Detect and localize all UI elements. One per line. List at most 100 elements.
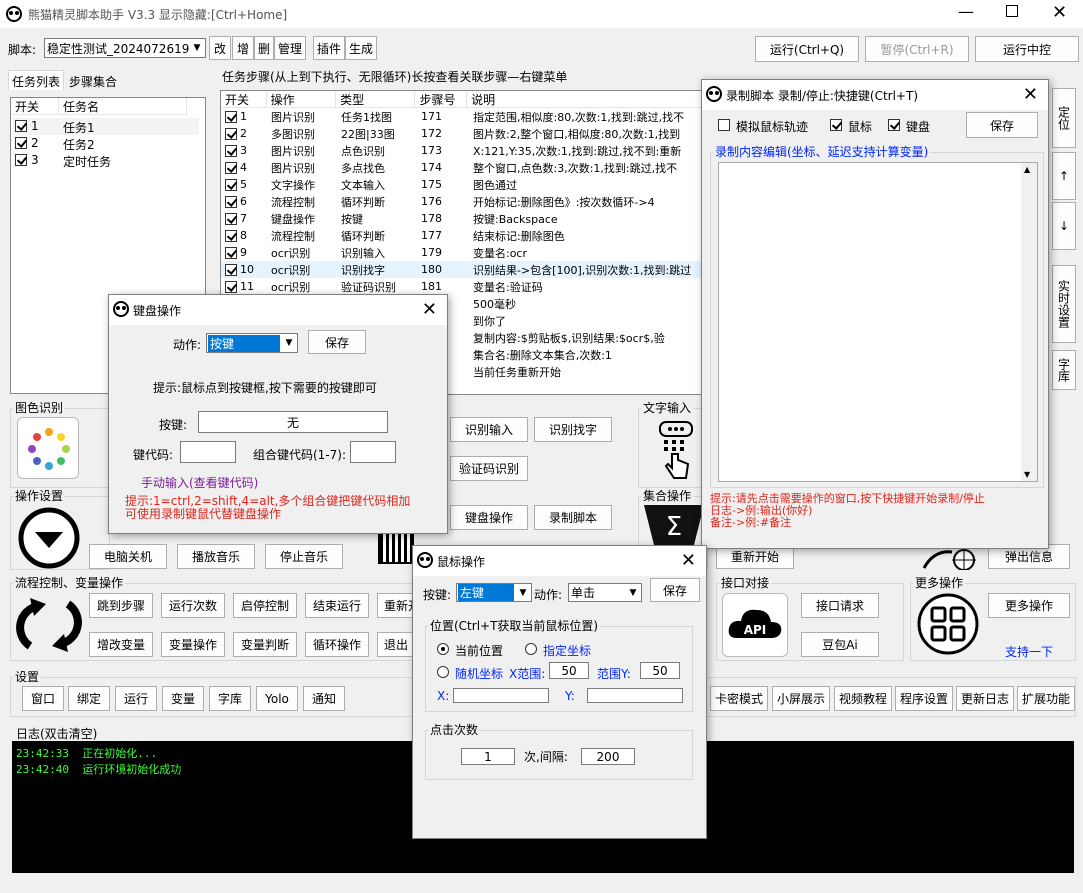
plugin-button[interactable]: 插件 [313,36,345,60]
step-row[interactable]: 2 多图识别 22图|33图 172 图片数:2,整个窗口,相似度:80,次数:1,找到 [221,125,705,142]
clicks-input[interactable]: 1 [461,748,515,765]
dropdown-circle-icon[interactable] [17,506,81,570]
step-row[interactable]: 5 文字操作 文本输入 175 图色通过 [221,176,705,193]
settings-variable-button[interactable]: 变量 [162,686,204,711]
task-row[interactable]: 1 任务1 [13,118,199,135]
var-op-button[interactable]: 变量操作 [161,632,225,657]
add-script-button[interactable]: 增 [232,36,254,60]
play-music-button[interactable]: 播放音乐 [177,544,255,569]
grid-apps-icon[interactable] [916,592,980,656]
step-checkbox[interactable] [225,145,237,157]
mouse-save-button[interactable]: 保存 [650,578,700,602]
xrange-input[interactable]: 50 [549,662,589,679]
run-times-button[interactable]: 运行次数 [161,593,225,618]
settings-notify-button[interactable]: 通知 [303,686,345,711]
task-checkbox[interactable] [15,137,27,149]
record-script-button[interactable]: 录制脚本 [534,505,612,530]
step-checkbox[interactable] [225,230,237,242]
step-checkbox[interactable] [225,213,237,225]
generate-button[interactable]: 生成 [345,36,377,60]
sim-mouse-checkbox[interactable] [718,119,730,131]
api-request-button[interactable]: 接口请求 [801,593,879,618]
video-tutorial-button[interactable]: 视频教程 [834,686,892,711]
scroll-down-icon[interactable]: ▼ [1024,470,1030,479]
sigma-icon[interactable]: Σ [644,505,704,545]
current-pos-radio[interactable] [437,643,449,655]
step-checkbox[interactable] [225,281,237,293]
tab-task-list[interactable]: 任务列表 [8,70,64,90]
run-button[interactable]: 运行(Ctrl+Q) [755,36,859,62]
tab-step-collection[interactable]: 步骤集合 [66,72,126,90]
end-run-button[interactable]: 结束运行 [305,593,369,618]
program-settings-button[interactable]: 程序设置 [895,686,953,711]
task-checkbox[interactable] [15,154,27,166]
step-row[interactable]: 11 ocr识别 验证码识别 181 变量名:验证码 [221,278,705,295]
edit-script-button[interactable]: 改 [209,36,231,60]
mouse-key-select[interactable]: 左键 ▼ [456,583,532,602]
add-var-button[interactable]: 增改变量 [89,632,153,657]
pause-button[interactable]: 暂停(Ctrl+R) [865,36,969,62]
captcha-button[interactable]: 验证码识别 [450,456,528,481]
interval-input[interactable]: 200 [581,748,635,765]
mouse-checkbox[interactable] [830,119,842,131]
close-icon[interactable]: ✕ [1023,84,1038,105]
step-checkbox[interactable] [225,247,237,259]
step-checkbox[interactable] [225,196,237,208]
loop-arrows-icon[interactable] [16,592,82,658]
small-screen-button[interactable]: 小屏展示 [772,686,830,711]
exit-button[interactable]: 退出 [377,632,417,657]
move-down-button[interactable]: ↓ [1052,202,1076,250]
yrange-input[interactable]: 50 [640,662,680,679]
jump-step-button[interactable]: 跳到步骤 [89,593,153,618]
locate-button[interactable]: 定位 [1052,88,1076,148]
support-link[interactable]: 支持一下 [1005,643,1053,660]
keyboard-save-button[interactable]: 保存 [308,330,366,354]
api-cloud-icon[interactable]: API [722,593,788,657]
step-row[interactable]: 10 ocr识别 识别找字 180 识别结果->包含[100],识别次数:1,找到:跳过 [221,261,705,278]
x-coord-input[interactable] [453,688,549,703]
task-row[interactable]: 3 定时任务 [13,152,199,169]
step-checkbox[interactable] [225,111,237,123]
manual-input-link[interactable]: 手动输入(查看键代码) [141,474,258,491]
delete-script-button[interactable]: 删 [254,36,274,60]
close-icon[interactable]: ✕ [422,299,437,320]
step-row[interactable]: 3 图片识别 点色识别 173 X:121,Y:35,次数:1,找到:跳过,找不到:重新 [221,142,705,159]
extensions-button[interactable]: 扩展功能 [1017,686,1075,711]
settings-window-button[interactable]: 窗口 [22,686,64,711]
restart2-button[interactable]: 重新开 [377,593,417,618]
task-row[interactable]: 2 任务2 [13,135,199,152]
y-coord-input[interactable] [587,688,683,703]
close-icon[interactable]: ✕ [681,550,696,571]
shutdown-button[interactable]: 电脑关机 [89,544,167,569]
random-pos-radio[interactable] [437,666,449,678]
step-checkbox[interactable] [225,264,237,276]
settings-bind-button[interactable]: 绑定 [68,686,110,711]
start-stop-button[interactable]: 启停控制 [233,593,297,618]
settings-run-button[interactable]: 运行 [115,686,157,711]
step-row[interactable]: 6 流程控制 循环判断 176 开始标记:删除图色》:按次数循环->4 [221,193,705,210]
minimize-icon[interactable]: — [958,2,974,21]
loop-op-button[interactable]: 循环操作 [305,632,369,657]
specified-pos-radio[interactable] [525,643,537,655]
stop-music-button[interactable]: 停止音乐 [265,544,343,569]
step-checkbox[interactable] [225,128,237,140]
step-checkbox[interactable] [225,179,237,191]
record-edit-textarea[interactable]: ▲ ▼ [718,162,1038,482]
var-judge-button[interactable]: 变量判断 [233,632,297,657]
step-row[interactable]: 1 图片识别 任务1找图 171 指定范围,相似度:80,次数:1,找到:跳过,找不 [221,108,705,125]
mouse-action-select[interactable]: 单击 ▼ [568,583,642,602]
step-checkbox[interactable] [225,162,237,174]
settings-yolo-button[interactable]: Yolo [256,686,298,711]
action-select[interactable]: 按键 ▼ [206,333,298,353]
realtime-settings-button[interactable]: 实时设置 [1052,265,1076,343]
card-mode-button[interactable]: 卡密模式 [710,686,768,711]
keyboard-op-button[interactable]: 键盘操作 [450,505,528,530]
task-checkbox[interactable] [15,120,27,132]
more-ops-button[interactable]: 更多操作 [988,593,1070,618]
run-center-button[interactable]: 运行中控 [975,36,1079,62]
color-wheel-icon[interactable] [17,417,79,479]
manage-button[interactable]: 管理 [274,36,306,60]
settings-font-library-button[interactable]: 字库 [209,686,251,711]
combo-input[interactable] [350,441,396,463]
keycode-input[interactable] [180,441,236,463]
